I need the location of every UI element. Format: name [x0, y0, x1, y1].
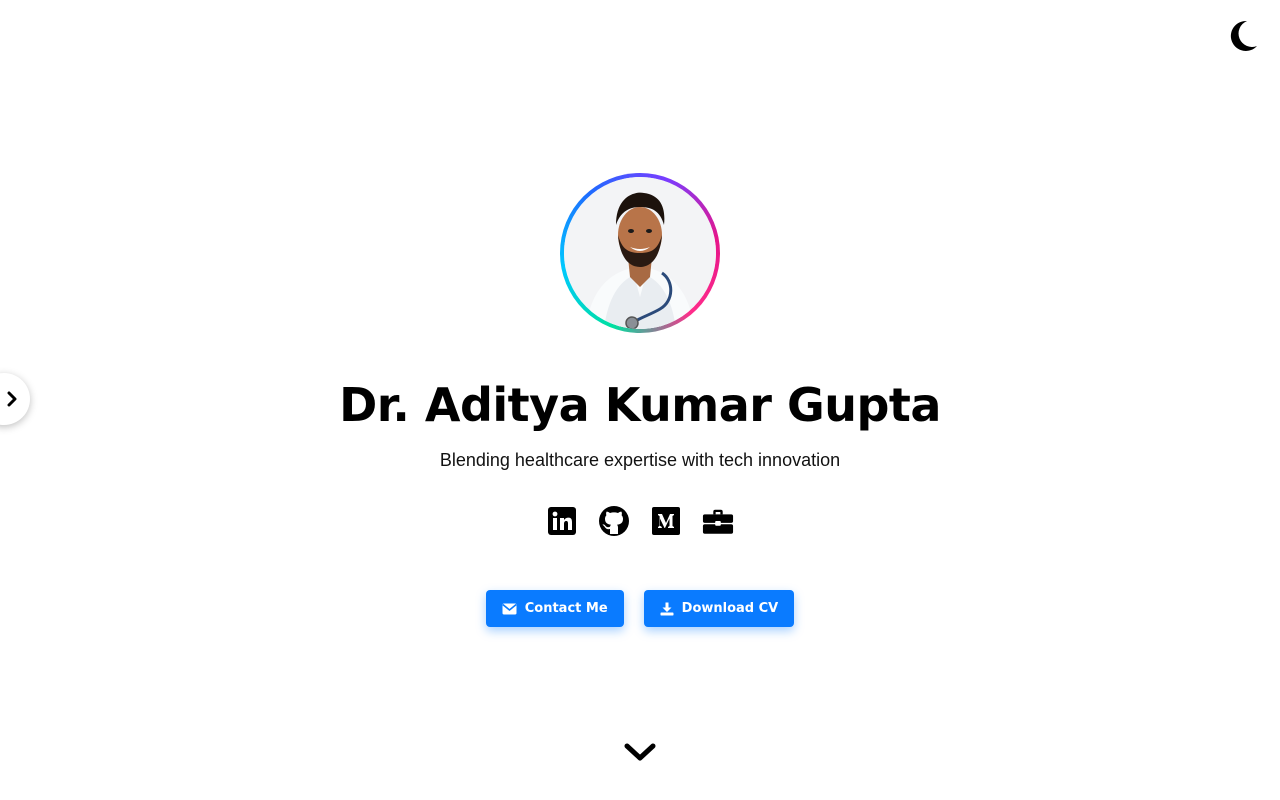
contact-button[interactable]: Contact Me [485, 590, 624, 627]
medium-link[interactable] [650, 504, 682, 538]
moon-icon [1230, 20, 1257, 51]
avatar-photo [564, 177, 716, 329]
theme-toggle-button[interactable] [1226, 18, 1260, 54]
briefcase-icon [702, 509, 734, 534]
download-cv-button-label: Download CV [681, 601, 779, 616]
action-buttons: Contact Me Download CV [0, 590, 1280, 627]
hero-section: Dr. Aditya Kumar Gupta Blending healthca… [0, 0, 1280, 800]
github-link[interactable] [598, 504, 630, 538]
linkedin-icon [548, 507, 576, 535]
github-icon [599, 506, 629, 536]
contact-button-label: Contact Me [524, 601, 608, 616]
medium-icon [652, 507, 680, 535]
page-title: Dr. Aditya Kumar Gupta [339, 378, 941, 432]
chevron-down-icon [624, 743, 656, 761]
social-links [0, 504, 1280, 538]
linkedin-link[interactable] [546, 504, 578, 538]
download-icon [660, 602, 674, 615]
tagline: Blending healthcare expertise with tech … [439, 450, 841, 470]
portfolio-link[interactable] [702, 504, 734, 538]
envelope-icon [502, 603, 517, 614]
scroll-down-button[interactable] [622, 738, 658, 768]
download-cv-button[interactable]: Download CV [643, 590, 795, 627]
avatar [560, 173, 720, 333]
